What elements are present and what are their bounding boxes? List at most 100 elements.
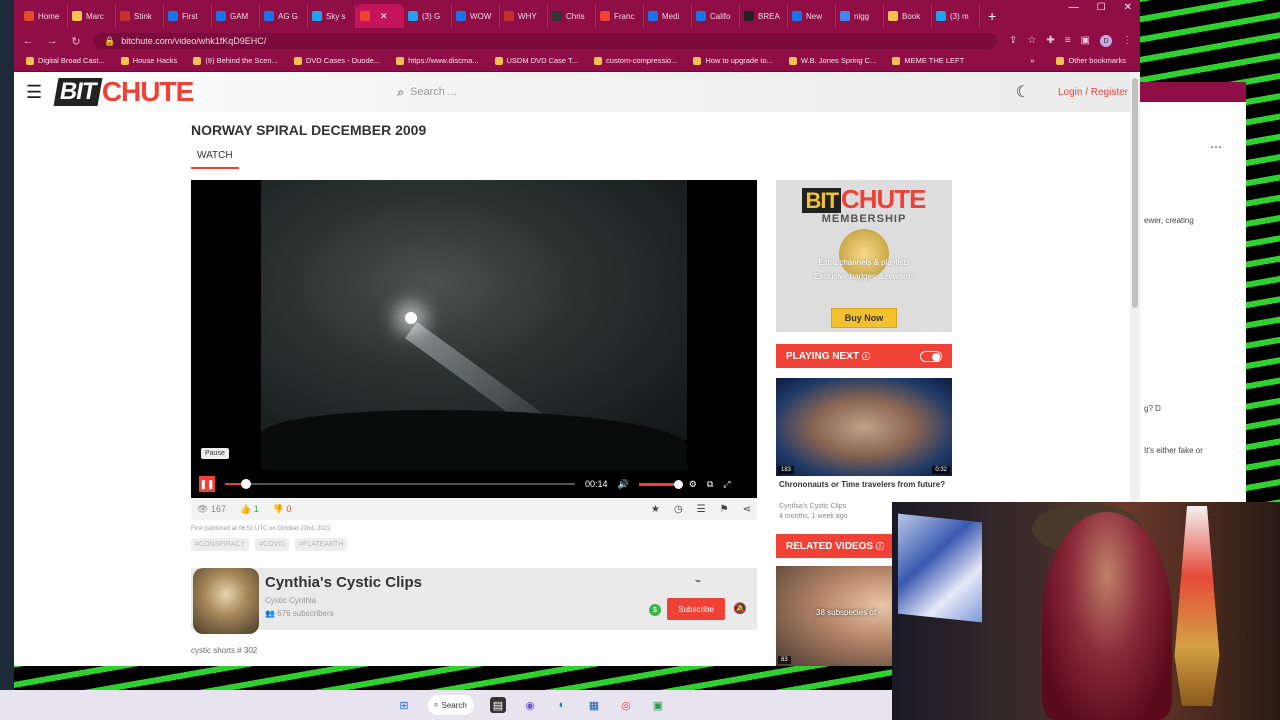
chrome-icon[interactable]: ◎: [618, 697, 634, 713]
url-field[interactable]: 🔒 bitchute.com/video/whk1fKqD9EHC/: [94, 33, 997, 49]
watch-later-icon[interactable]: ◷: [674, 504, 683, 515]
tag-chip[interactable]: #CONSPIRACY: [191, 538, 250, 551]
tag-chip[interactable]: #COVID: [255, 538, 290, 551]
dark-mode-moon-icon[interactable]: ☾: [1016, 82, 1030, 102]
info-icon[interactable]: ⓘ: [876, 541, 884, 552]
extensions-icon[interactable]: ✚: [1046, 35, 1054, 47]
taskbar-search[interactable]: ⌕ Search: [428, 695, 474, 715]
bookmark-item[interactable]: custom-compressio...: [588, 56, 683, 65]
browser-tab[interactable]: AG G: [260, 4, 308, 28]
video-player[interactable]: Pause ❚❚ 00:14 🔊 ⚙ ⧉ ⤢: [191, 180, 757, 498]
favorite-star-icon[interactable]: ★: [651, 504, 660, 515]
bookmark-item[interactable]: W.B. Jones Spring C...: [783, 56, 882, 65]
channel-handle[interactable]: Cystic Cynthia: [265, 596, 316, 605]
browser-tab[interactable]: ✕: [356, 4, 404, 28]
volume-icon[interactable]: 🔊: [618, 479, 629, 490]
bookmark-item[interactable]: https://www.discma...: [390, 56, 484, 65]
bookmark-item[interactable]: House Hacks: [115, 56, 184, 65]
bookmark-item[interactable]: MEME THE LEFT: [886, 56, 970, 65]
browser-tab[interactable]: Califo: [692, 4, 740, 28]
browser-tab[interactable]: Home: [20, 4, 68, 28]
browser-tab[interactable]: WHY: [500, 4, 548, 28]
hamburger-menu-icon[interactable]: ☰: [26, 82, 42, 103]
task-view-icon[interactable]: ▤: [490, 697, 506, 713]
more-options-icon[interactable]: ⋯: [1210, 140, 1222, 154]
reading-list-icon[interactable]: ≡: [1065, 35, 1071, 47]
like-button[interactable]: 👍 1: [240, 504, 259, 515]
progress-knob[interactable]: [241, 479, 251, 489]
next-video-title[interactable]: Chrononauts or Time travelers from futur…: [779, 480, 955, 490]
chat-icon[interactable]: ◉: [522, 697, 538, 713]
tip-coin-icon[interactable]: $: [649, 604, 661, 616]
progress-bar[interactable]: [225, 479, 575, 489]
popout-icon[interactable]: ⧉: [707, 479, 713, 490]
volume-slider[interactable]: [638, 479, 683, 489]
back-icon[interactable]: ←: [22, 35, 34, 47]
browser-tab[interactable]: BREA: [740, 4, 788, 28]
browser-tab[interactable]: (3) m: [932, 4, 980, 28]
subscribe-button[interactable]: Subscribe: [667, 598, 725, 620]
sidebar-icon[interactable]: ▣: [1081, 35, 1090, 47]
playlist-icon[interactable]: ☰: [697, 504, 706, 515]
share-icon[interactable]: ⇪: [1009, 35, 1017, 47]
site-search[interactable]: ⌕ Search ...: [397, 85, 457, 100]
browser-tab[interactable]: Marc: [68, 4, 116, 28]
login-register-link[interactable]: Login / Register: [1058, 87, 1128, 98]
settings-gear-icon[interactable]: ⚙: [689, 479, 697, 490]
browser-tab[interactable]: Medi: [644, 4, 692, 28]
bookmarks-more-button[interactable]: »: [1024, 56, 1040, 65]
browser-tab[interactable]: Sky s: [308, 4, 356, 28]
bitchute-logo[interactable]: BIT CHUTE: [53, 76, 194, 108]
reload-icon[interactable]: ↻: [70, 35, 82, 48]
bookmark-item[interactable]: DVD Cases - Duode...: [288, 56, 386, 65]
browser-tab[interactable]: Stink: [116, 4, 164, 28]
browser-tab[interactable]: First: [164, 4, 212, 28]
next-video-channel[interactable]: Cynthia's Cystic Clips: [779, 503, 846, 510]
app-icon[interactable]: ▣: [650, 697, 666, 713]
edge-icon[interactable]: ◐: [554, 697, 570, 713]
forward-icon[interactable]: →: [46, 35, 58, 47]
background-window[interactable]: ⋯ ewer, creating g? D It's either fake o…: [1138, 82, 1246, 502]
rss-icon[interactable]: ⌁: [695, 576, 701, 587]
search-input[interactable]: Search ...: [410, 86, 457, 98]
browser-tab[interactable]: Book: [884, 4, 932, 28]
bookmark-item[interactable]: Digital Broad Cast...: [20, 56, 111, 65]
tag-chip[interactable]: #FLATEARTH: [295, 538, 348, 551]
browser-tab[interactable]: (3) G: [404, 4, 452, 28]
info-icon[interactable]: ⓘ: [862, 351, 870, 362]
autoplay-toggle[interactable]: [920, 350, 942, 362]
browser-tab[interactable]: Franc: [596, 4, 644, 28]
pause-button[interactable]: ❚❚: [199, 476, 215, 492]
next-video-thumbnail[interactable]: 183 0:32: [776, 378, 952, 476]
tab-watch[interactable]: WATCH: [191, 150, 239, 169]
volume-knob[interactable]: [673, 479, 683, 489]
star-icon[interactable]: ☆: [1027, 35, 1036, 47]
new-tab-button[interactable]: +: [980, 8, 1004, 24]
buy-now-button[interactable]: Buy Now: [831, 308, 897, 328]
fullscreen-icon[interactable]: ⤢: [723, 479, 730, 490]
channel-name[interactable]: Cynthia's Cystic Clips: [265, 574, 422, 591]
browser-tab[interactable]: WOW: [452, 4, 500, 28]
other-bookmarks-folder[interactable]: Other bookmarks: [1050, 56, 1132, 65]
bookmark-item[interactable]: USDM DVD Case T...: [489, 56, 585, 65]
start-icon[interactable]: ⊞: [396, 697, 412, 713]
tab-close-icon[interactable]: ✕: [380, 11, 388, 22]
browser-tab[interactable]: nigg: [836, 4, 884, 28]
membership-banner[interactable]: BIT CHUTE MEMBERSHIP Extra channels & pla…: [776, 180, 952, 332]
maximize-icon[interactable]: ☐: [1097, 2, 1106, 13]
close-icon[interactable]: ✕: [1124, 2, 1132, 13]
minimize-icon[interactable]: —: [1069, 2, 1079, 13]
channel-avatar[interactable]: [193, 568, 259, 634]
menu-icon[interactable]: ⋮: [1122, 35, 1132, 47]
share-icon[interactable]: ⋖: [743, 504, 751, 515]
profile-avatar[interactable]: D: [1100, 35, 1112, 47]
notification-bell-icon[interactable]: 🔕: [733, 602, 747, 615]
bookmark-item[interactable]: (9) Behind the Scen...: [187, 56, 284, 65]
file-explorer-icon[interactable]: ▦: [586, 697, 602, 713]
bookmark-item[interactable]: How to upgrade to...: [687, 56, 779, 65]
background-window-titlebar[interactable]: [1138, 82, 1246, 102]
browser-tab[interactable]: Chris: [548, 4, 596, 28]
browser-tab[interactable]: New: [788, 4, 836, 28]
dislike-button[interactable]: 👎 0: [273, 504, 292, 515]
scrollbar-thumb[interactable]: [1132, 78, 1138, 308]
